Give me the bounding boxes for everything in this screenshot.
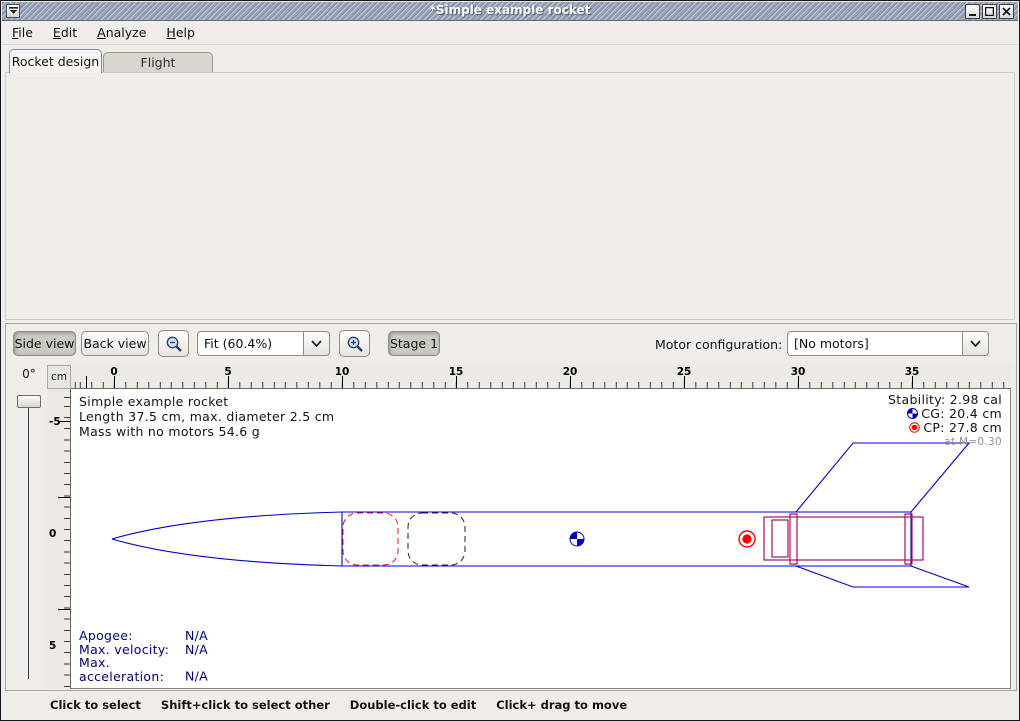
- motor-configuration-label: Motor configuration:: [655, 337, 782, 352]
- window-title: *Simple example rocket: [2, 3, 1018, 17]
- cg-icon: [907, 408, 918, 419]
- flight-data-block: Apogee:N/A Max. velocity:N/A Max. accele…: [79, 629, 208, 683]
- cg-marker: [570, 532, 584, 546]
- rocket-design-panel: [5, 72, 1015, 320]
- ruler-tick-label: 35: [905, 366, 920, 378]
- engine-block-outline: [772, 520, 788, 557]
- motor-configuration-select[interactable]: [No motors]: [787, 331, 989, 356]
- hint-shift-click: Shift+click to select other: [161, 698, 330, 712]
- rocket-body-outline: [112, 443, 969, 587]
- rotation-angle-label: 0°: [11, 367, 47, 381]
- chevron-down-icon: [311, 340, 322, 347]
- minimize-button[interactable]: [965, 4, 980, 19]
- ruler-tick-label: 0: [49, 528, 56, 540]
- mach-note: at M=0.30: [888, 435, 1002, 449]
- slider-track: [28, 407, 29, 679]
- ruler-tick-label: 5: [224, 366, 231, 378]
- motor-configuration-value: [No motors]: [787, 331, 962, 356]
- ruler-tick-label: 0: [110, 366, 117, 378]
- magnifier-plus-icon: [346, 335, 364, 353]
- zoom-select-value: Fit (60.4%): [197, 331, 303, 356]
- bottom-fin: [796, 566, 969, 587]
- cp-icon: [909, 422, 920, 433]
- horizontal-ruler: 0 5 10 15 20 25 30 35: [71, 365, 1011, 389]
- top-fin: [796, 443, 969, 512]
- magnifier-minus-icon: [165, 335, 183, 353]
- ruler-tick-label: -5: [49, 416, 61, 428]
- rocket-info-block: Simple example rocket Length 37.5 cm, ma…: [79, 394, 334, 439]
- rotation-slider[interactable]: [15, 393, 43, 687]
- ruler-tick-label: 20: [563, 366, 578, 378]
- rocket-name: Simple example rocket: [79, 394, 334, 409]
- rocket-mass: Mass with no motors 54.6 g: [79, 424, 334, 439]
- menu-file[interactable]: File: [12, 25, 33, 40]
- vertical-ruler: -5 0 5: [47, 389, 71, 689]
- stage-1-button[interactable]: Stage 1: [388, 331, 440, 356]
- side-view-button[interactable]: Side view: [13, 331, 76, 356]
- close-icon: [1002, 7, 1011, 16]
- hint-click-select: Click to select: [50, 698, 141, 712]
- menu-bar: File Edit Analyze Help: [2, 21, 1018, 45]
- cp-marker: [739, 531, 755, 547]
- stability-block: Stability: 2.98 cal CG: 20.4 cm CP: 27.8…: [888, 393, 1002, 449]
- ruler-unit-box: cm: [47, 365, 71, 389]
- maximize-icon: [985, 7, 994, 16]
- motor-mount-outline: [764, 514, 923, 564]
- ruler-tick-label: 5: [49, 640, 56, 652]
- menu-analyze[interactable]: Analyze: [97, 25, 146, 40]
- status-bar: Click to select Shift+click to select ot…: [2, 691, 1018, 719]
- max-velocity-row: Max. velocity:N/A: [79, 643, 208, 657]
- zoom-select[interactable]: Fit (60.4%): [197, 331, 330, 356]
- centering-ring-outline: [790, 514, 797, 564]
- ruler-tick-label: 30: [791, 366, 806, 378]
- rocket-dimensions: Length 37.5 cm, max. diameter 2.5 cm: [79, 409, 334, 424]
- back-view-button[interactable]: Back view: [81, 331, 149, 356]
- cp-line: CP: 27.8 cm: [888, 421, 1002, 435]
- stability-line: Stability: 2.98 cal: [888, 393, 1002, 407]
- motor-configuration-arrow[interactable]: [962, 331, 989, 356]
- mass-component-outline: [408, 513, 465, 565]
- slider-handle[interactable]: [17, 395, 41, 408]
- tab-flight-simulations[interactable]: Flight simulations: [103, 52, 213, 73]
- tab-rocket-design[interactable]: Rocket design: [9, 49, 102, 73]
- rocket-drawing-canvas[interactable]: Simple example rocket Length 37.5 cm, ma…: [71, 389, 1011, 689]
- menu-edit[interactable]: Edit: [53, 25, 77, 40]
- zoom-out-button[interactable]: [158, 330, 189, 357]
- title-bar: *Simple example rocket: [2, 2, 1018, 21]
- ruler-tick-label: 10: [335, 366, 350, 378]
- ruler-tick-label: 15: [449, 366, 464, 378]
- zoom-in-button[interactable]: [339, 330, 370, 357]
- menu-help[interactable]: Help: [166, 25, 195, 40]
- parachute-outline: [343, 513, 398, 565]
- hint-double-click: Double-click to edit: [350, 698, 476, 712]
- hint-click-drag: Click+ drag to move: [496, 698, 627, 712]
- cg-line: CG: 20.4 cm: [888, 407, 1002, 421]
- chevron-down-icon: [970, 340, 981, 347]
- app-window: *Simple example rocket File Edit Analyze…: [0, 0, 1020, 721]
- zoom-select-arrow[interactable]: [303, 331, 330, 356]
- apogee-row: Apogee:N/A: [79, 629, 208, 643]
- ruler-tick-label: 25: [677, 366, 692, 378]
- close-button[interactable]: [999, 4, 1014, 19]
- maximize-button[interactable]: [982, 4, 997, 19]
- minimize-icon: [969, 8, 977, 16]
- max-acceleration-row: Max. acceleration:N/A: [79, 656, 208, 683]
